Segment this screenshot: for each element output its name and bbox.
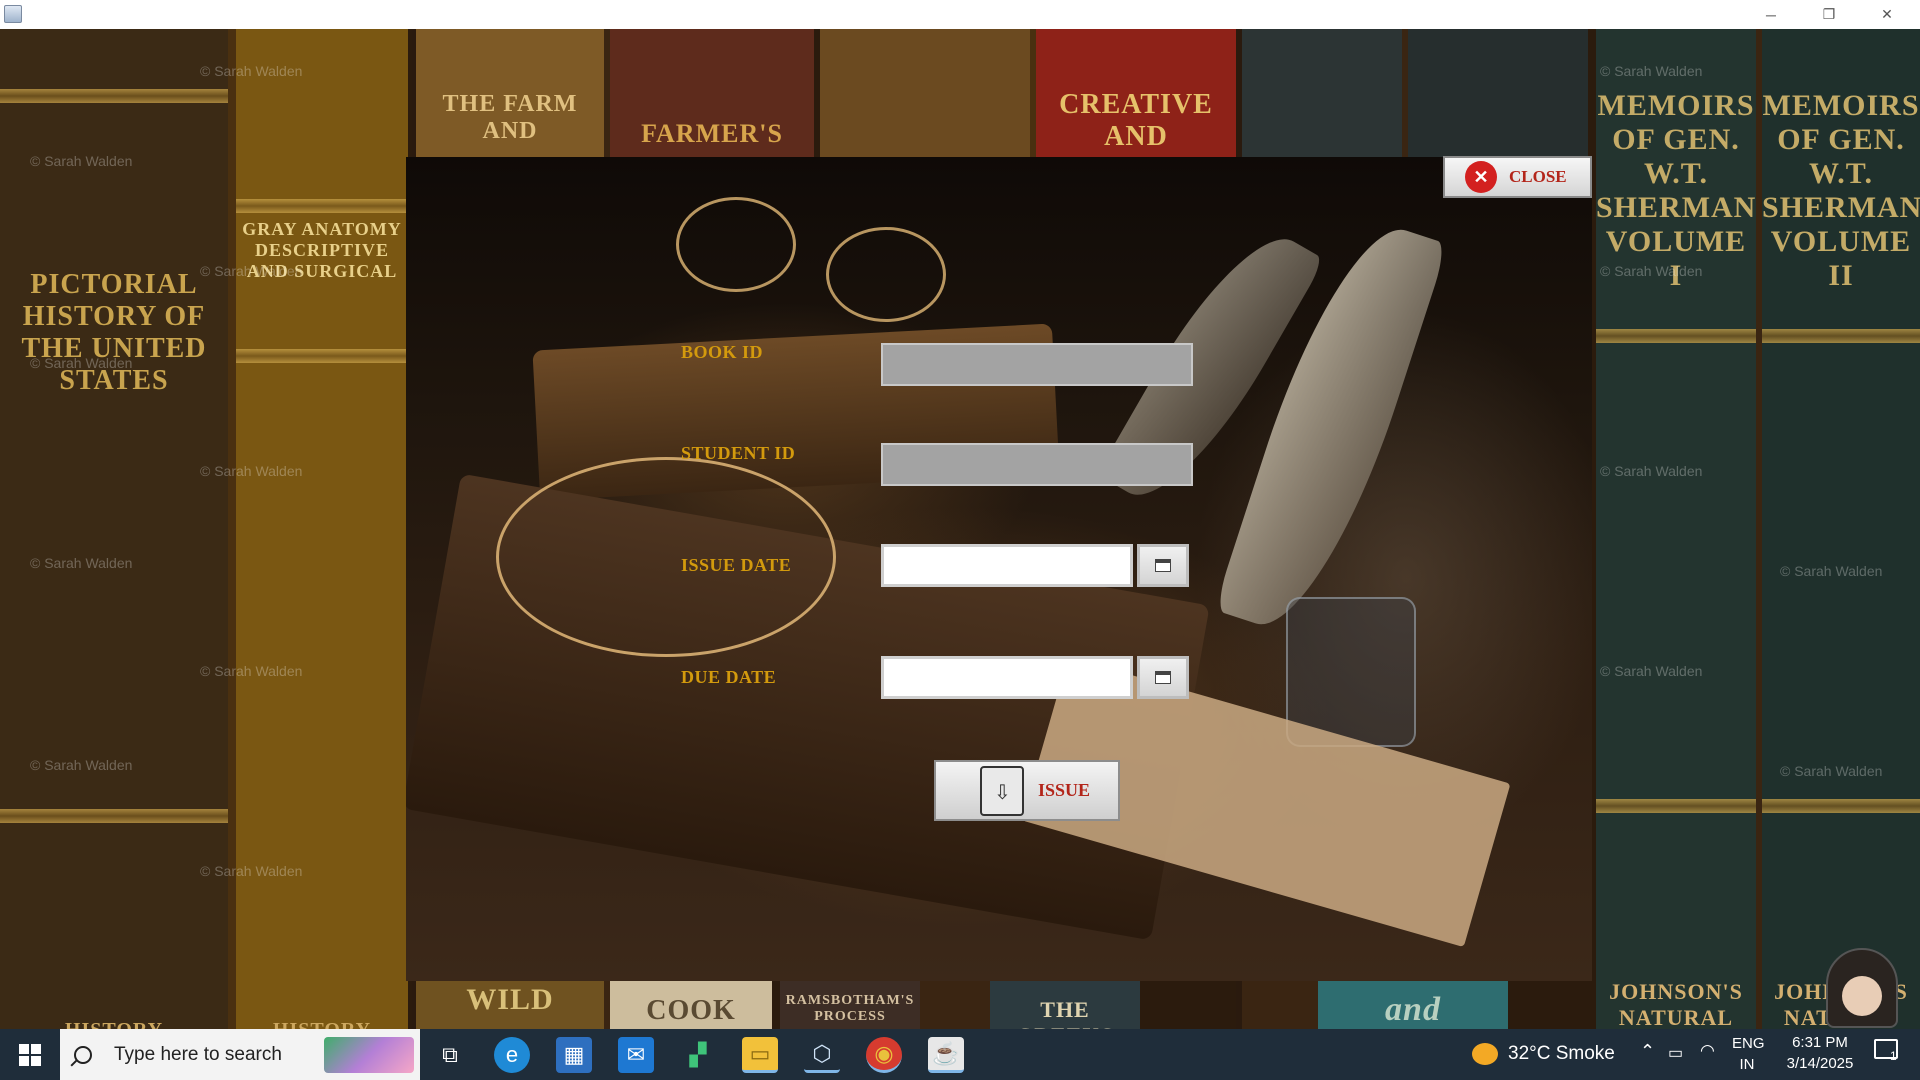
microsoft-store-icon[interactable]: ▦ xyxy=(556,1037,592,1073)
watermark: © Sarah Walden xyxy=(200,863,303,879)
avatar xyxy=(1826,948,1898,1028)
window-close-button[interactable]: ✕ xyxy=(1858,0,1916,29)
book-spine: RAMSBOTHAM'S PROCESS xyxy=(780,979,920,1029)
issue-date-field[interactable] xyxy=(881,544,1133,587)
watermark: © Sarah Walden xyxy=(30,153,133,169)
minimize-button[interactable]: ─ xyxy=(1742,0,1800,29)
watermark: © Sarah Walden xyxy=(1780,563,1883,579)
cube-app-icon[interactable]: ⬡ xyxy=(804,1037,840,1073)
book-download-icon xyxy=(980,765,1024,816)
watermark: © Sarah Walden xyxy=(30,555,133,571)
file-explorer-icon[interactable]: ▭ xyxy=(742,1037,778,1073)
due-date-calendar-button[interactable] xyxy=(1137,656,1189,699)
taskbar: Type here to search ⧉ e ▦ ✉ ▞ ▭ ⬡ ◉ ☕ 32… xyxy=(0,1029,1920,1080)
watermark: © Sarah Walden xyxy=(1600,63,1703,79)
maximize-button[interactable]: ❐ xyxy=(1800,0,1858,29)
book-id-field[interactable] xyxy=(881,343,1193,386)
search-placeholder: Type here to search xyxy=(114,1043,282,1065)
clock[interactable]: 6:31 PM 3/14/2025 xyxy=(1772,1034,1868,1072)
book-spine: THE FARM AND xyxy=(416,29,604,157)
calendar-icon xyxy=(1155,559,1171,572)
spectacles-image xyxy=(676,197,796,292)
due-date-label: DUE DATE xyxy=(681,667,777,687)
language-line1: ENG xyxy=(1732,1035,1765,1052)
issue-date-label: ISSUE DATE xyxy=(681,555,792,575)
calendar-icon xyxy=(1155,671,1171,684)
clock-time: 6:31 PM xyxy=(1792,1034,1848,1051)
notification-center-button[interactable]: 1 xyxy=(1874,1039,1904,1069)
search-icon xyxy=(74,1045,92,1064)
chevron-up-icon[interactable]: ⌃ xyxy=(1640,1041,1655,1062)
battery-icon[interactable]: ▭ xyxy=(1668,1043,1683,1063)
windows-logo-icon xyxy=(19,1043,41,1066)
watermark: © Sarah Walden xyxy=(30,757,133,773)
close-button-label: CLOSE xyxy=(1509,167,1567,186)
student-id-field[interactable] xyxy=(881,443,1193,486)
watermark: © Sarah Walden xyxy=(200,663,303,679)
language-indicator[interactable]: ENG IN xyxy=(1732,1035,1765,1073)
book-spine-title: JOHNSON'S NATURAL xyxy=(1609,979,1743,1029)
watermark: © Sarah Walden xyxy=(1600,663,1703,679)
taskbar-search[interactable]: Type here to search xyxy=(60,1029,420,1080)
close-icon: ✕ xyxy=(1465,161,1497,193)
start-button[interactable] xyxy=(0,1029,60,1080)
weather-text[interactable]: 32°C Smoke xyxy=(1508,1043,1615,1065)
book-spine: FARMER'S xyxy=(610,29,814,157)
due-date-field[interactable] xyxy=(881,656,1133,699)
book-spine: MEMOIRS OF GEN. W.T. SHERMAN VOLUME I xyxy=(1596,29,1756,1029)
book-spine: and xyxy=(1318,979,1508,1029)
book-spine xyxy=(1242,29,1402,157)
book-spine: THE GREEKS AND xyxy=(990,979,1140,1029)
book-spine: WILD xyxy=(416,979,604,1029)
java-app-icon xyxy=(4,5,22,23)
book-spine xyxy=(820,29,1030,157)
wifi-icon[interactable]: ◠ xyxy=(1700,1041,1715,1061)
java-icon[interactable]: ☕ xyxy=(928,1037,964,1073)
watermark: © Sarah Walden xyxy=(1600,263,1703,279)
watermark: © Sarah Walden xyxy=(200,63,303,79)
search-highlight-image xyxy=(324,1037,414,1073)
book-spine-title: HISTORY xyxy=(0,1019,228,1029)
watermark: © Sarah Walden xyxy=(30,355,133,371)
watermark: © Sarah Walden xyxy=(200,263,303,279)
watermark: © Sarah Walden xyxy=(1600,463,1703,479)
language-line2: IN xyxy=(1739,1056,1755,1073)
issue-date-calendar-button[interactable] xyxy=(1137,544,1189,587)
notification-count: 1 xyxy=(1890,1049,1897,1063)
book-spine: GRAY ANATOMY DESCRIPTIVE AND SURGICAL xyxy=(236,29,408,1029)
book-id-label: BOOK ID xyxy=(681,342,764,362)
book-spine: COOK xyxy=(610,979,772,1029)
clock-date: 3/14/2025 xyxy=(1786,1055,1854,1072)
mail-icon[interactable]: ✉ xyxy=(618,1037,654,1073)
title-bar: ─ ❐ ✕ xyxy=(0,0,1920,29)
issue-button[interactable]: ISSUE xyxy=(934,760,1120,821)
book-spine-title: HISTORY xyxy=(236,1019,408,1029)
weather-icon xyxy=(1472,1043,1498,1065)
book-spine: PICTORIAL HISTORY OF THE UNITED STATES xyxy=(0,29,228,1029)
edge-icon[interactable]: e xyxy=(494,1037,530,1073)
close-button[interactable]: ✕ CLOSE xyxy=(1443,156,1592,198)
chrome-icon[interactable]: ◉ xyxy=(866,1037,902,1073)
issue-button-label: ISSUE xyxy=(1038,780,1091,800)
book-spine xyxy=(1408,29,1588,157)
book-spine: MEMOIRS OF GEN. W.T. SHERMAN VOLUME II xyxy=(1762,29,1920,1029)
student-id-label: STUDENT ID xyxy=(681,443,796,463)
task-view-icon[interactable]: ⧉ xyxy=(432,1037,468,1073)
book-spine: CREATIVE AND xyxy=(1036,29,1236,157)
watermark: © Sarah Walden xyxy=(200,463,303,479)
spectacles-image xyxy=(826,227,946,322)
watermark: © Sarah Walden xyxy=(1780,763,1883,779)
app-grid-icon[interactable]: ▞ xyxy=(680,1037,716,1073)
